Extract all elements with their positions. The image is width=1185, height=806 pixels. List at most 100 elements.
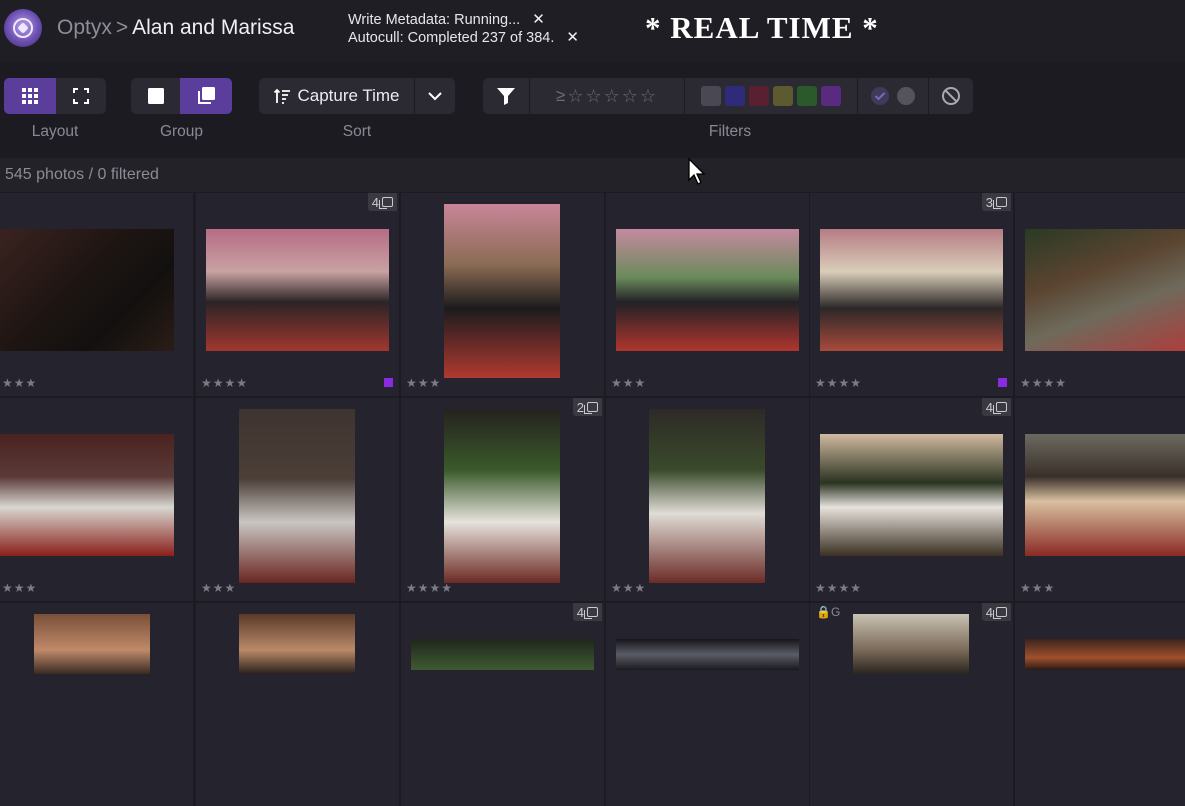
photo-cell[interactable]: ★★★ xyxy=(0,193,193,396)
photo-cell[interactable]: ★★★★ 4 xyxy=(196,193,399,396)
color-label-swatch[interactable] xyxy=(821,86,841,106)
star-rating[interactable]: ★★★ xyxy=(611,376,646,390)
check-circle-icon xyxy=(871,87,889,105)
photo-cell[interactable]: 4 🔒G xyxy=(810,603,1013,806)
photo-thumbnail[interactable] xyxy=(616,639,799,670)
color-label-swatch[interactable] xyxy=(797,86,817,106)
sort-dropdown-button[interactable] xyxy=(415,78,455,114)
stack-icon xyxy=(584,402,598,414)
sort-button[interactable]: Capture Time xyxy=(259,78,414,114)
photo-cell[interactable] xyxy=(1015,603,1185,806)
photo-cell[interactable] xyxy=(0,603,193,806)
stack-icon xyxy=(379,197,393,209)
stack-count: 4 xyxy=(371,194,379,210)
star-rating[interactable]: ★★★★ xyxy=(1020,376,1067,390)
breadcrumb-separator: > xyxy=(115,16,129,39)
photo-cell[interactable]: ★★★★ 4 xyxy=(810,398,1013,601)
stack-icon xyxy=(198,87,215,104)
photo-thumbnail[interactable] xyxy=(34,614,150,674)
photo-thumbnail[interactable] xyxy=(1025,229,1185,351)
sort-group: Capture Time xyxy=(259,78,455,114)
stack-count: 4 xyxy=(985,604,993,620)
stack-group-button[interactable] xyxy=(180,78,232,114)
photo-thumbnail[interactable] xyxy=(649,409,765,583)
photo-thumbnail[interactable] xyxy=(239,409,355,583)
star-rating[interactable]: ★★★ xyxy=(611,581,646,595)
photo-cell[interactable]: ★★★★ 2 xyxy=(401,398,604,601)
stack-count-badge[interactable]: 3 xyxy=(981,193,1011,211)
stack-count-badge[interactable]: 2 xyxy=(572,398,602,416)
star-rating[interactable]: ★★★ xyxy=(2,376,37,390)
photo-thumbnail[interactable] xyxy=(1025,639,1185,670)
pick-filter[interactable] xyxy=(858,78,928,114)
photo-cell[interactable]: ★★★ xyxy=(0,398,193,601)
color-label-swatch[interactable] xyxy=(725,86,745,106)
background-tasks: Write Metadata: Running... ✕ Autocull: C… xyxy=(348,11,579,47)
photo-cell[interactable]: ★★★★ xyxy=(1015,193,1185,396)
stack-count-badge[interactable]: 4 xyxy=(572,603,602,621)
star-rating[interactable]: ★★★★ xyxy=(406,581,453,595)
photo-cell[interactable]: 4 xyxy=(401,603,604,806)
close-icon[interactable]: ✕ xyxy=(532,11,545,29)
grid-layout-button[interactable] xyxy=(4,78,56,114)
stack-count: 3 xyxy=(985,194,993,210)
star-rating[interactable]: ★★★★ xyxy=(815,376,862,390)
star-rating[interactable]: ★★★ xyxy=(1020,581,1055,595)
photo-thumbnail[interactable] xyxy=(1025,434,1185,556)
color-label-swatch[interactable] xyxy=(773,86,793,106)
single-group-button[interactable] xyxy=(131,78,180,114)
photo-count: 545 photos / 0 filtered xyxy=(5,166,159,183)
fullscreen-layout-button[interactable] xyxy=(56,78,106,114)
star-rating[interactable]: ★★★ xyxy=(2,581,37,595)
sort-label: Sort xyxy=(342,123,372,140)
stack-count: 2 xyxy=(576,399,584,415)
rating-filter-stars[interactable]: ☆☆☆☆☆ xyxy=(567,86,658,107)
photo-cell[interactable]: ★★★ xyxy=(606,398,809,601)
star-rating[interactable]: ★★★ xyxy=(406,376,441,390)
photo-thumbnail[interactable] xyxy=(239,614,355,674)
rating-filter[interactable]: ≥ ☆☆☆☆☆ xyxy=(530,78,684,114)
stack-icon xyxy=(993,197,1007,209)
group-group xyxy=(131,78,232,114)
unmarked-circle-icon xyxy=(897,87,915,105)
filter-icon xyxy=(497,88,515,105)
photo-thumbnail[interactable] xyxy=(444,204,560,378)
photo-thumbnail[interactable] xyxy=(0,434,174,556)
breadcrumb-project[interactable]: Alan and Marissa xyxy=(132,16,294,39)
color-label-swatch[interactable] xyxy=(701,86,721,106)
reject-icon xyxy=(942,87,960,105)
photo-thumbnail[interactable] xyxy=(411,639,594,670)
color-label-swatch[interactable] xyxy=(749,86,769,106)
photo-thumbnail[interactable] xyxy=(820,434,1003,556)
photo-thumbnail[interactable] xyxy=(206,229,389,351)
filter-toggle-button[interactable] xyxy=(483,78,529,114)
photo-cell[interactable]: ★★★ xyxy=(401,193,604,396)
stack-count-badge[interactable]: 4 xyxy=(981,603,1011,621)
photo-cell[interactable]: ★★★ xyxy=(1015,398,1185,601)
photo-cell[interactable]: ★★★★ 3 xyxy=(810,193,1013,396)
star-rating[interactable]: ★★★ xyxy=(201,581,236,595)
star-rating[interactable]: ★★★★ xyxy=(201,376,248,390)
photo-cell[interactable] xyxy=(196,603,399,806)
stack-count-badge[interactable]: 4 xyxy=(367,193,397,211)
stack-count-badge[interactable]: 4 xyxy=(981,398,1011,416)
photo-cell[interactable]: ★★★ xyxy=(196,398,399,601)
photo-thumbnail[interactable] xyxy=(444,409,560,583)
stack-icon xyxy=(993,607,1007,619)
photo-cell[interactable]: ★★★ xyxy=(606,193,809,396)
photo-cell[interactable] xyxy=(606,603,809,806)
reject-filter-button[interactable] xyxy=(929,78,973,114)
photo-thumbnail[interactable] xyxy=(616,229,799,351)
breadcrumb: Optyx > Alan and Marissa xyxy=(57,16,294,40)
layout-group xyxy=(4,78,106,114)
photo-thumbnail[interactable] xyxy=(0,229,174,351)
star-rating[interactable]: ★★★★ xyxy=(815,581,862,595)
app-logo-icon[interactable] xyxy=(4,9,42,47)
photo-thumbnail[interactable] xyxy=(853,614,969,674)
filters-label: Filters xyxy=(708,123,752,140)
sort-order-icon xyxy=(274,88,291,104)
breadcrumb-app[interactable]: Optyx xyxy=(57,16,112,39)
close-icon[interactable]: ✕ xyxy=(566,29,579,47)
photo-thumbnail[interactable] xyxy=(820,229,1003,351)
lock-icon: 🔒G xyxy=(816,605,841,619)
